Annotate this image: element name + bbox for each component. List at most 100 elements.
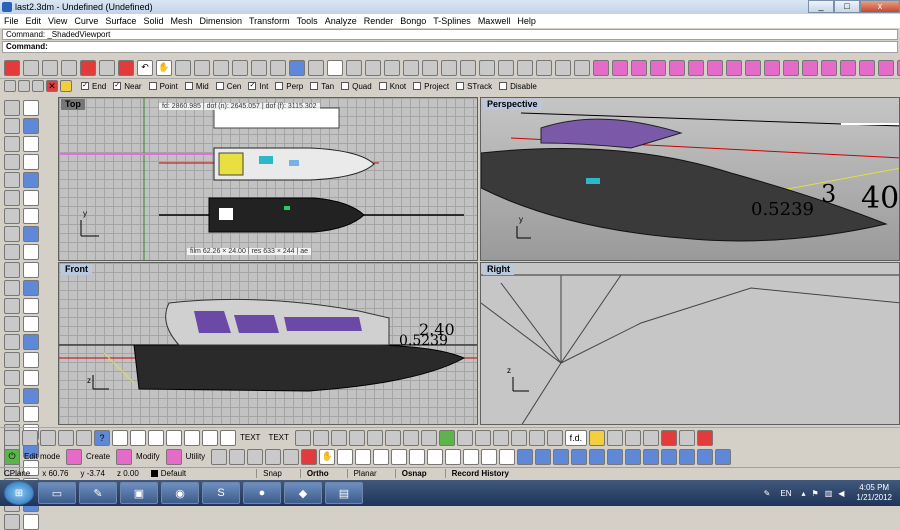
status-pane-snap[interactable]: Snap — [256, 469, 288, 478]
tspline-op3-icon[interactable] — [553, 448, 570, 465]
extrude-face-icon[interactable] — [463, 448, 480, 465]
paste-icon[interactable] — [118, 59, 134, 76]
rotate-tool-icon[interactable] — [4, 298, 20, 314]
surface-tool-icon[interactable] — [4, 208, 20, 224]
fire-icon[interactable] — [301, 448, 318, 465]
render-icon[interactable] — [289, 59, 305, 76]
pan-icon[interactable]: ✋ — [156, 59, 172, 76]
tspline-op12-icon[interactable] — [715, 448, 732, 465]
display-ghost-icon[interactable] — [58, 429, 74, 446]
box-mode-icon[interactable] — [373, 448, 390, 465]
contour-tool-icon[interactable] — [23, 388, 39, 404]
menu-item-view[interactable]: View — [48, 16, 67, 26]
zoom-extents-icon[interactable] — [232, 59, 248, 76]
utility-icon[interactable] — [165, 448, 182, 465]
smooth-icon[interactable] — [355, 448, 372, 465]
layer-icon[interactable] — [308, 59, 324, 76]
scale-tool-icon[interactable] — [23, 298, 39, 314]
tspline-op4-icon[interactable] — [571, 448, 588, 465]
viewport-perspective[interactable]: 40 0.5239 3 y Perspective — [480, 97, 900, 261]
sun-icon[interactable] — [588, 429, 605, 446]
tspline-box-icon[interactable] — [211, 448, 228, 465]
osnap-checkbox[interactable] — [310, 82, 319, 90]
osnap-int[interactable]: ✓ Int — [248, 82, 268, 91]
viewport-right[interactable]: z Right — [480, 262, 900, 425]
osnap-project[interactable]: Project — [413, 82, 449, 91]
mirror-icon[interactable] — [555, 59, 571, 76]
crease-icon[interactable] — [445, 448, 462, 465]
minimize-button[interactable]: _ — [808, 0, 834, 13]
flag-icon[interactable]: ⚑ — [812, 489, 819, 498]
osnap-checkbox[interactable] — [184, 82, 193, 90]
maximize-button[interactable]: □ — [834, 0, 860, 13]
dim-aligned-icon[interactable] — [130, 429, 146, 446]
tspline-op7-icon[interactable] — [625, 448, 642, 465]
focal-distance-icon[interactable]: f.d. — [564, 429, 587, 446]
media-taskbar-icon[interactable]: ◉ — [161, 482, 199, 504]
curve-tool-icon[interactable] — [4, 136, 20, 152]
manipulator-icon[interactable]: ✋ — [319, 448, 336, 465]
boolean-tool-icon[interactable] — [23, 262, 39, 278]
edit-mode-icon[interactable]: ⏻ — [4, 448, 20, 465]
sphere-tool-icon[interactable] — [23, 226, 39, 242]
insert-edge-icon[interactable] — [409, 448, 426, 465]
osnap-checkbox[interactable]: ✓ — [248, 82, 257, 90]
hatch-icon[interactable] — [294, 429, 311, 446]
osnap-quad[interactable]: Quad — [341, 82, 372, 91]
edit-mode-label[interactable]: Edit mode — [24, 452, 60, 461]
circle-tool-icon[interactable] — [4, 154, 20, 170]
osnap-checkbox[interactable] — [499, 82, 508, 90]
rebuild-icon[interactable] — [384, 59, 400, 76]
tspline-op9-icon[interactable] — [661, 448, 678, 465]
light-icon[interactable] — [32, 80, 44, 92]
menu-item-file[interactable]: File — [4, 16, 19, 26]
zebra-icon[interactable] — [510, 429, 527, 446]
osnap-checkbox[interactable] — [148, 82, 157, 90]
untrim-icon[interactable] — [859, 59, 875, 76]
menu-item-maxwell[interactable]: Maxwell — [478, 16, 511, 26]
array-icon[interactable] — [574, 59, 590, 76]
display-render-icon[interactable] — [40, 429, 56, 446]
sweep-icon[interactable] — [612, 59, 628, 76]
split-tool-icon[interactable] — [23, 352, 39, 368]
analyze-icon[interactable] — [474, 429, 491, 446]
edge-srf-icon[interactable] — [745, 59, 761, 76]
help-icon[interactable]: ? — [94, 429, 110, 446]
mirror-tool-icon[interactable] — [4, 316, 20, 332]
tray-expand-icon[interactable]: ▴ — [802, 489, 806, 498]
blend-srf-icon[interactable] — [707, 59, 723, 76]
menu-item-bongo[interactable]: Bongo — [400, 16, 426, 26]
text-tool-icon[interactable] — [4, 406, 20, 422]
close-button[interactable]: x — [860, 0, 900, 13]
interp-curve-tool-icon[interactable] — [23, 190, 39, 206]
line-tool-icon[interactable] — [23, 118, 39, 134]
display-wire-icon[interactable] — [4, 429, 20, 446]
osnap-cen[interactable]: Cen — [215, 82, 241, 91]
open-file-icon[interactable] — [23, 59, 39, 76]
viewport-title-top[interactable]: Top — [61, 99, 85, 110]
command-line[interactable]: Command: — [2, 41, 898, 53]
draft-angle-icon[interactable] — [546, 429, 563, 446]
export-icon[interactable] — [348, 429, 365, 446]
menu-item-curve[interactable]: Curve — [74, 16, 98, 26]
tspline-op2-icon[interactable] — [535, 448, 552, 465]
language-indicator[interactable]: EN — [780, 489, 791, 498]
create-label[interactable]: Create — [86, 452, 110, 461]
loft-tool-icon[interactable] — [23, 208, 39, 224]
rotate-view-icon[interactable] — [175, 59, 191, 76]
text-button-1[interactable]: TEXT — [240, 433, 260, 442]
cut-icon[interactable] — [80, 59, 96, 76]
material-icon[interactable] — [606, 429, 623, 446]
menu-item-render[interactable]: Render — [364, 16, 394, 26]
new-file-icon[interactable] — [4, 59, 20, 76]
cylinder-tool-icon[interactable] — [4, 244, 20, 260]
tspline-torus-icon[interactable] — [283, 448, 300, 465]
status-pane-record-history[interactable]: Record History — [444, 469, 515, 478]
volume-icon[interactable]: ◀ — [838, 489, 844, 498]
offset-icon[interactable] — [422, 59, 438, 76]
select-icon[interactable] — [327, 59, 343, 76]
array-tool-icon[interactable] — [23, 316, 39, 332]
camera-icon[interactable] — [4, 80, 16, 92]
print-icon[interactable] — [61, 59, 77, 76]
osnap-checkbox[interactable] — [215, 82, 224, 90]
